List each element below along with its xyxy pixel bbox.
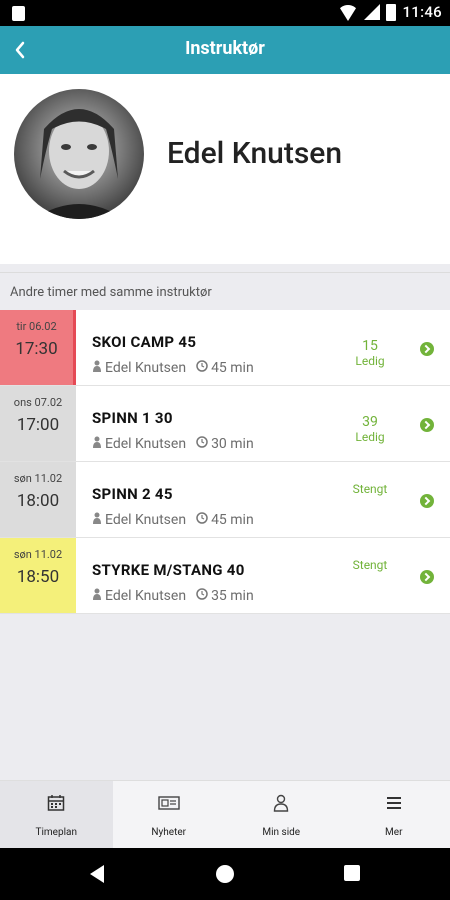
tab-label: Mer: [385, 827, 403, 838]
avatar: [14, 89, 144, 219]
class-instructor: Edel Knutsen: [105, 436, 187, 452]
class-day: søn 11.02: [13, 548, 63, 561]
chevron-right-icon[interactable]: [420, 418, 434, 432]
class-day: tir 06.02: [16, 320, 57, 333]
class-name: SPINN 2 45: [92, 485, 173, 503]
portrait-image: [34, 109, 124, 219]
date-box: tir 06.02 17:30: [0, 310, 76, 385]
chevron-right-icon[interactable]: [420, 494, 434, 508]
signal-icon: [364, 4, 381, 20]
class-duration: 45 min: [211, 512, 254, 528]
tab-label: Timeplan: [35, 827, 77, 838]
class-info: SPINN 2 45: [92, 484, 173, 503]
status-icons: 11:46: [338, 3, 442, 21]
status-bar: 11:46: [0, 0, 450, 26]
class-duration: 45 min: [211, 360, 254, 376]
app-bar: Instruktør: [0, 26, 450, 74]
class-meta: Edel Knutsen 30 min: [92, 436, 254, 452]
class-name: SKOI CAMP 45: [92, 333, 197, 351]
bottom-nav: Timeplan Nyheter Min side Mer: [0, 780, 450, 848]
news-icon: [158, 794, 180, 816]
class-info: SPINN 1 30: [92, 408, 173, 427]
instructor-name: Edel Knutsen: [167, 136, 343, 171]
class-info: STYRKE M/STANG 40: [92, 560, 245, 579]
class-time: 17:30: [15, 339, 58, 359]
tab-mer[interactable]: Mer: [338, 781, 450, 848]
availability: 39 Ledig: [340, 414, 400, 444]
notification-icon: [12, 6, 25, 21]
availability: 15 Ledig: [340, 338, 400, 368]
system-recents-icon[interactable]: [344, 865, 360, 881]
class-time: 18:00: [16, 491, 60, 511]
wifi-icon: [338, 5, 359, 21]
class-day: ons 07.02: [13, 396, 63, 409]
clock: 11:46: [402, 3, 442, 21]
chevron-right-icon[interactable]: [420, 342, 434, 356]
tab-label: Min side: [262, 827, 301, 838]
menu-icon: [385, 794, 403, 816]
availability-label: Ledig: [355, 430, 385, 444]
date-box: søn 11.02 18:50: [0, 538, 76, 613]
person-icon: [92, 360, 102, 376]
class-instructor: Edel Knutsen: [105, 512, 187, 528]
class-instructor: Edel Knutsen: [105, 360, 187, 376]
class-meta: Edel Knutsen 45 min: [92, 360, 254, 376]
calendar-icon: [47, 794, 65, 816]
battery-icon: [386, 3, 397, 21]
system-nav: [0, 848, 450, 900]
tab-min-side[interactable]: Min side: [225, 781, 338, 848]
section-header: Andre timer med samme instruktør: [0, 272, 450, 310]
class-meta: Edel Knutsen 45 min: [92, 512, 254, 528]
class-row[interactable]: tir 06.02 17:30 SKOI CAMP 45 Edel Knutse…: [0, 310, 450, 386]
date-box: ons 07.02 17:00: [0, 386, 76, 461]
class-duration: 30 min: [211, 436, 254, 452]
availability: Stengt: [340, 482, 400, 496]
class-time: 18:50: [16, 567, 60, 587]
date-box: søn 11.02 18:00: [0, 462, 76, 537]
available-count: 39: [362, 414, 378, 430]
tab-timeplan[interactable]: Timeplan: [0, 781, 113, 848]
tab-nyheter[interactable]: Nyheter: [113, 781, 226, 848]
class-instructor: Edel Knutsen: [105, 588, 187, 604]
class-meta: Edel Knutsen 35 min: [92, 588, 254, 604]
class-name: STYRKE M/STANG 40: [92, 561, 245, 579]
person-icon: [92, 588, 102, 604]
class-list: tir 06.02 17:30 SKOI CAMP 45 Edel Knutse…: [0, 310, 450, 614]
page-title: Instruktør: [185, 38, 265, 59]
clock-icon: [196, 512, 208, 528]
system-back-icon[interactable]: [90, 865, 104, 883]
class-row[interactable]: ons 07.02 17:00 SPINN 1 30 Edel Knutsen …: [0, 386, 450, 462]
system-home-icon[interactable]: [216, 865, 234, 883]
clock-icon: [196, 588, 208, 604]
availability: Stengt: [340, 558, 400, 572]
section-label: Andre timer med samme instruktør: [10, 285, 212, 300]
tab-label: Nyheter: [151, 827, 187, 838]
class-name: SPINN 1 30: [92, 409, 173, 427]
user-icon: [272, 794, 290, 816]
class-info: SKOI CAMP 45: [92, 332, 196, 351]
availability-label: Stengt: [352, 558, 388, 572]
class-row[interactable]: søn 11.02 18:50 STYRKE M/STANG 40 Edel K…: [0, 538, 450, 614]
instructor-profile: Edel Knutsen: [0, 74, 450, 264]
clock-icon: [196, 436, 208, 452]
person-icon: [92, 436, 102, 452]
person-icon: [92, 512, 102, 528]
clock-icon: [196, 360, 208, 376]
class-row[interactable]: søn 11.02 18:00 SPINN 2 45 Edel Knutsen …: [0, 462, 450, 538]
class-day: søn 11.02: [13, 472, 63, 485]
class-duration: 35 min: [211, 588, 254, 604]
chevron-right-icon[interactable]: [420, 570, 434, 584]
availability-label: Stengt: [352, 482, 388, 496]
class-time: 17:00: [16, 415, 60, 435]
available-count: 15: [362, 338, 378, 354]
availability-label: Ledig: [355, 354, 385, 368]
